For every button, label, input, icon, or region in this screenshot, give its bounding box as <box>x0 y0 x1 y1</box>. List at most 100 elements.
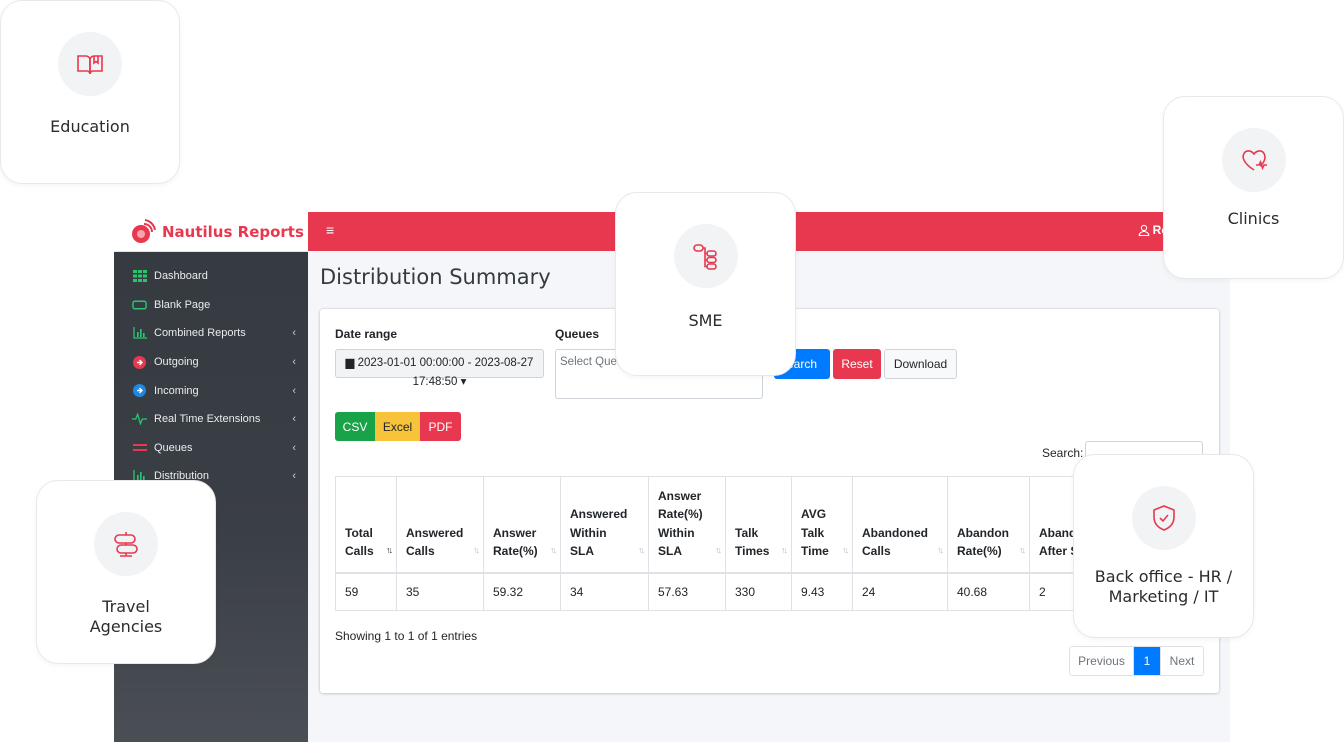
column-header[interactable]: Total Calls ↑↓ <box>335 476 397 574</box>
column-header-text: Within <box>658 525 695 540</box>
chevron-left-icon: ‹ <box>292 470 296 483</box>
menu-toggle-icon[interactable]: ≡ <box>326 222 334 238</box>
column-header-text: Answered <box>570 507 628 521</box>
sidebar-item-incoming[interactable]: Incoming ‹ <box>114 376 308 405</box>
column-header-text: Time <box>801 544 829 558</box>
travel-icon-circle <box>94 512 158 576</box>
column-header-text: Answer <box>658 488 702 503</box>
distribution-table: Total Calls ↑↓ Answered Calls ↑↓ Answer Rate(%)… <box>335 476 1090 611</box>
date-range-value-start: 2023-01-01 00:00:00 - 2023-08-27 <box>357 357 534 369</box>
table-cell: 59.32 <box>483 572 561 611</box>
table-cell: 35 <box>396 572 484 611</box>
back-office-tile: Back office - HR / Marketing / IT <box>1073 454 1254 638</box>
date-range-picker[interactable]: ▆ 2023-01-01 00:00:00 - 2023-08-27 17:48… <box>335 349 544 388</box>
nautilus-logo-icon <box>132 218 156 243</box>
sidebar-item-label: Blank Page <box>154 298 211 311</box>
table-row: 59 35 59.32 34 57.63 330 9.43 24 40.68 2 <box>335 572 1090 611</box>
table-cell: 330 <box>725 572 792 611</box>
sort-icon: ↑↓ <box>386 545 393 555</box>
education-icon-circle <box>58 32 122 96</box>
pdf-button[interactable]: PDF <box>420 412 461 441</box>
chevron-left-icon: ‹ <box>292 441 296 454</box>
education-label: Education <box>50 117 130 136</box>
shield-check-icon <box>1152 505 1175 531</box>
download-button[interactable]: Download <box>884 349 957 379</box>
column-header-text: Calls <box>406 544 435 558</box>
arrow-circle-icon <box>132 384 147 398</box>
column-header-text: Times <box>735 544 770 558</box>
column-header-text: Aband <box>1039 525 1077 540</box>
bar-chart-icon <box>132 327 147 340</box>
chevron-left-icon: ‹ <box>292 413 296 426</box>
sidebar-item-blank-page[interactable]: Blank Page <box>114 291 308 320</box>
hierarchy-icon <box>692 244 717 270</box>
sidebar-item-combined-reports[interactable]: Combined Reports ‹ <box>114 319 308 348</box>
chevron-left-icon: ‹ <box>292 327 296 340</box>
column-header-text: Total <box>345 525 373 540</box>
sort-icon: ↑↓ <box>781 545 788 555</box>
arrow-circle-icon <box>132 355 147 369</box>
sort-icon: ↑↓ <box>638 545 645 555</box>
sidebar-item-queues[interactable]: Queues ‹ <box>114 434 308 463</box>
column-header[interactable]: Answer Rate(%) Within SLA ↑↓ <box>648 476 726 574</box>
page-title: Distribution Summary <box>320 265 551 289</box>
sidebar-item-label: Incoming <box>154 384 199 397</box>
csv-button[interactable]: CSV <box>335 412 375 441</box>
column-header-text: Talk <box>735 525 759 540</box>
user-icon <box>1138 224 1150 236</box>
pulse-icon <box>132 413 147 426</box>
column-header[interactable]: Answered Within SLA ↑↓ <box>560 476 649 574</box>
table-cell: 9.43 <box>791 572 853 611</box>
excel-button[interactable]: Excel <box>375 412 420 441</box>
education-tile: Education <box>0 0 180 184</box>
column-header-text: Abandoned <box>862 525 928 540</box>
sidebar-item-label: Dashboard <box>154 270 208 283</box>
grid-icon <box>132 270 147 283</box>
clinics-label: Clinics <box>1227 209 1280 228</box>
column-header-text: Answered <box>406 525 464 540</box>
clinics-tile: Clinics <box>1163 96 1344 279</box>
sort-icon: ↑↓ <box>715 545 722 555</box>
sort-icon: ↑↓ <box>550 545 557 555</box>
column-header[interactable]: Talk Times ↑↓ <box>725 476 792 574</box>
sidebar-item-outgoing[interactable]: Outgoing ‹ <box>114 348 308 377</box>
sidebar-item-real-time-extensions[interactable]: Real Time Extensions ‹ <box>114 405 308 434</box>
export-button-group: CSV Excel PDF <box>335 412 461 441</box>
sort-icon: ↑↓ <box>937 545 944 555</box>
table-search-label: Search: <box>1042 446 1084 460</box>
column-header-text: Rate(%) <box>493 544 538 558</box>
previous-page-button[interactable]: Previous <box>1070 647 1134 675</box>
book-icon <box>77 55 103 75</box>
column-header[interactable]: Abandon Rate(%) ↑↓ <box>947 476 1030 574</box>
sidebar-item-label: Queues <box>154 441 193 454</box>
column-header[interactable]: AVG Talk Time ↑↓ <box>791 476 853 574</box>
brand[interactable]: Nautilus Reports <box>114 212 308 252</box>
sort-icon: ↑↓ <box>842 545 849 555</box>
column-header-text: Answer <box>493 525 537 540</box>
column-header-text: Calls <box>345 544 374 558</box>
column-header-text: Rate(%) <box>658 507 703 521</box>
date-range-label: Date range <box>335 327 398 341</box>
column-header[interactable]: Abandoned Calls ↑↓ <box>852 476 948 574</box>
table-cell: 24 <box>852 572 948 611</box>
table-cell: 59 <box>335 572 397 611</box>
table-cell: 34 <box>560 572 649 611</box>
sidebar-item-dashboard[interactable]: Dashboard <box>114 262 308 291</box>
brand-name: Nautilus Reports <box>162 222 304 241</box>
reset-button[interactable]: Reset <box>833 349 881 379</box>
sme-label: SME <box>688 311 723 330</box>
next-page-button[interactable]: Next <box>1160 647 1203 675</box>
table-cell: 57.63 <box>648 572 726 611</box>
pagination: Previous 1 Next <box>1069 646 1204 676</box>
sort-icon: ↑↓ <box>473 545 480 555</box>
sidebar-nav: Dashboard Blank Page Combined Reports ‹ Outg… <box>114 252 308 491</box>
rectangle-icon <box>132 299 147 311</box>
page-1-button[interactable]: 1 <box>1134 647 1160 675</box>
column-header[interactable]: Answered Calls ↑↓ <box>396 476 484 574</box>
queues-label: Queues <box>555 327 600 341</box>
clinics-icon-circle <box>1221 128 1286 192</box>
column-header[interactable]: Answer Rate(%) ↑↓ <box>483 476 561 574</box>
chevron-left-icon: ‹ <box>292 384 296 397</box>
back-office-icon-circle <box>1131 486 1196 550</box>
column-header-text: Rate(%) <box>957 544 1002 558</box>
